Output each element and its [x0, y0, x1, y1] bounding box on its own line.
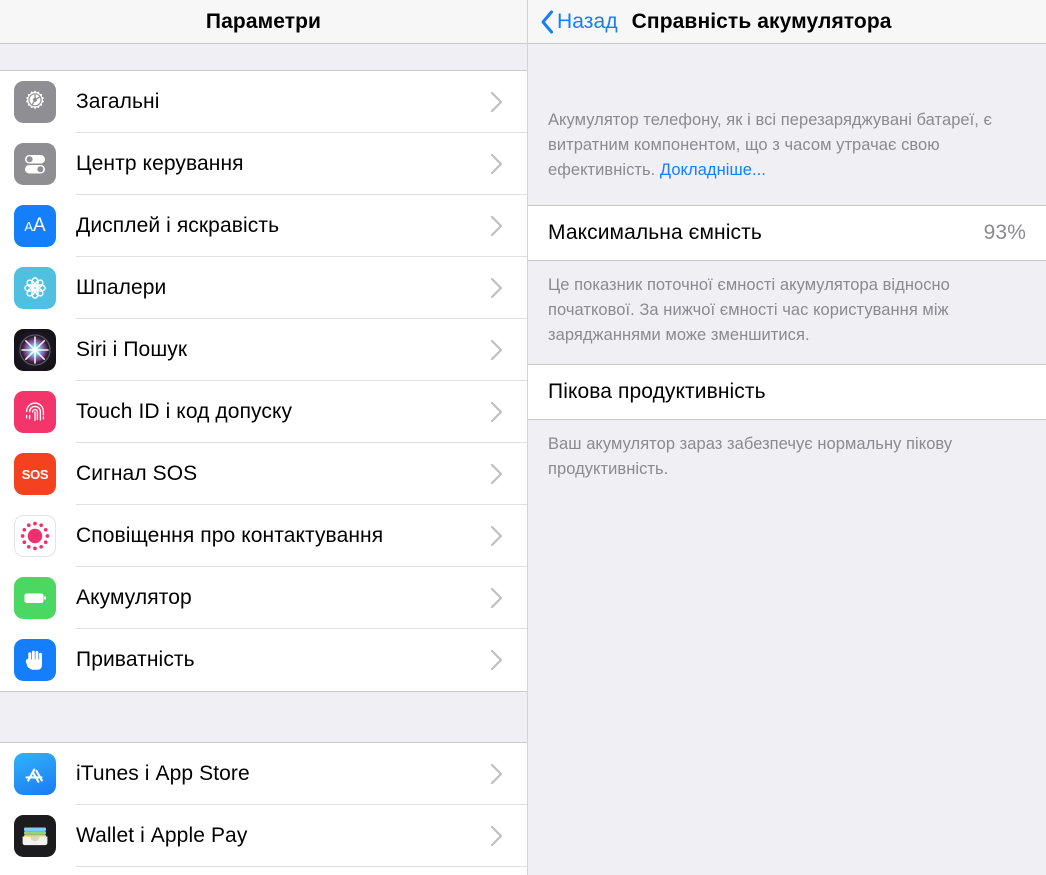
settings-group-stores: iTunes і App Store Wallet і Apple Pay	[0, 743, 527, 867]
chevron-right-icon	[483, 649, 509, 671]
sidebar-item-emergency-sos[interactable]: SOS Сигнал SOS	[0, 443, 527, 505]
gear-icon	[14, 81, 56, 123]
learn-more-link[interactable]: Докладніше...	[660, 161, 766, 179]
peak-performance-row[interactable]: Пікова продуктивність	[528, 364, 1046, 420]
hand-privacy-icon	[14, 639, 56, 681]
battery-health-title: Справність акумулятора	[631, 10, 892, 33]
sidebar-item-label: Шпалери	[76, 276, 167, 299]
chevron-right-icon	[483, 825, 509, 847]
detail-top-spacer	[528, 44, 1046, 90]
exposure-notifications-icon	[14, 515, 56, 557]
chevron-right-icon	[483, 763, 509, 785]
aa-glyph: AA	[24, 215, 46, 236]
maximum-capacity-label: Максимальна ємність	[548, 221, 762, 244]
sidebar-item-label: Wallet і Apple Pay	[76, 824, 248, 847]
peak-performance-label: Пікова продуктивність	[548, 380, 766, 403]
sidebar-item-label: Дисплей і яскравість	[76, 214, 280, 237]
wallet-icon	[14, 815, 56, 857]
sidebar-item-label: Сповіщення про контактування	[76, 524, 384, 547]
sidebar-item-label: Загальні	[76, 90, 160, 113]
sidebar-item-label: Приватність	[76, 648, 195, 671]
sidebar-item-display-brightness[interactable]: AA Дисплей і яскравість	[0, 195, 527, 257]
sidebar-item-label: iTunes і App Store	[76, 762, 250, 785]
chevron-right-icon	[483, 463, 509, 485]
chevron-right-icon	[483, 277, 509, 299]
battery-health-body: Акумулятор телефону, як і всі перезарядж…	[528, 44, 1046, 875]
back-button-label: Назад	[557, 10, 618, 33]
wallpaper-icon	[14, 267, 56, 309]
sos-glyph: SOS	[21, 466, 49, 482]
chevron-right-icon	[483, 401, 509, 423]
chevron-left-icon	[540, 9, 555, 35]
sidebar-item-privacy[interactable]: Приватність	[0, 629, 527, 691]
maximum-capacity-value: 93%	[983, 221, 1026, 244]
chevron-right-icon	[483, 153, 509, 175]
sidebar-item-label: Акумулятор	[76, 586, 192, 609]
siri-icon	[14, 329, 56, 371]
sidebar-item-control-center[interactable]: Центр керування	[0, 133, 527, 195]
sidebar-item-wallpaper[interactable]: Шпалери	[0, 257, 527, 319]
back-button[interactable]: Назад	[540, 9, 618, 35]
sidebar-item-exposure-notifications[interactable]: Сповіщення про контактування	[0, 505, 527, 567]
detail-bottom-fill	[528, 498, 1046, 875]
fingerprint-icon	[14, 391, 56, 433]
settings-list-panel: Параметри Загальні Центр керування AA Ди…	[0, 0, 528, 875]
battery-health-nav-bar: Назад Справність акумулятора	[528, 0, 1046, 44]
display-brightness-icon: AA	[14, 205, 56, 247]
chevron-right-icon	[483, 91, 509, 113]
sidebar-item-label: Центр керування	[76, 152, 244, 175]
settings-nav-bar: Параметри	[0, 0, 527, 44]
battery-icon	[14, 577, 56, 619]
sidebar-item-siri-search[interactable]: Siri і Пошук	[0, 319, 527, 381]
sidebar-item-wallet-apple-pay[interactable]: Wallet і Apple Pay	[0, 805, 527, 867]
peak-performance-note: Ваш акумулятор зараз забезпечує нормальн…	[528, 420, 1046, 498]
chevron-right-icon	[483, 525, 509, 547]
chevron-right-icon	[483, 215, 509, 237]
control-center-icon	[14, 143, 56, 185]
settings-split-view: Параметри Загальні Центр керування AA Ди…	[0, 0, 1046, 875]
sidebar-item-general[interactable]: Загальні	[0, 71, 527, 133]
sidebar-item-itunes-app-store[interactable]: iTunes і App Store	[0, 743, 527, 805]
sidebar-item-label: Siri і Пошук	[76, 338, 188, 361]
maximum-capacity-row[interactable]: Максимальна ємність 93%	[528, 205, 1046, 261]
sidebar-item-touch-id-passcode[interactable]: Touch ID і код допуску	[0, 381, 527, 443]
list-group-spacer	[0, 691, 527, 743]
settings-group-main: Загальні Центр керування AA Дисплей і яс…	[0, 71, 527, 691]
app-store-icon	[14, 753, 56, 795]
battery-intro-note: Акумулятор телефону, як і всі перезарядж…	[528, 90, 1046, 205]
sidebar-item-label: Touch ID і код допуску	[76, 400, 293, 423]
sos-icon: SOS	[14, 453, 56, 495]
battery-health-panel: Назад Справність акумулятора Акумулятор …	[528, 0, 1046, 875]
sidebar-item-battery[interactable]: Акумулятор	[0, 567, 527, 629]
battery-intro-text: Акумулятор телефону, як і всі перезарядж…	[548, 111, 993, 179]
page-title: Параметри	[205, 10, 322, 33]
maximum-capacity-note: Це показник поточної ємності акумулятора…	[528, 261, 1046, 364]
chevron-right-icon	[483, 339, 509, 361]
list-top-spacer	[0, 44, 527, 71]
sidebar-item-label: Сигнал SOS	[76, 462, 198, 485]
chevron-right-icon	[483, 587, 509, 609]
